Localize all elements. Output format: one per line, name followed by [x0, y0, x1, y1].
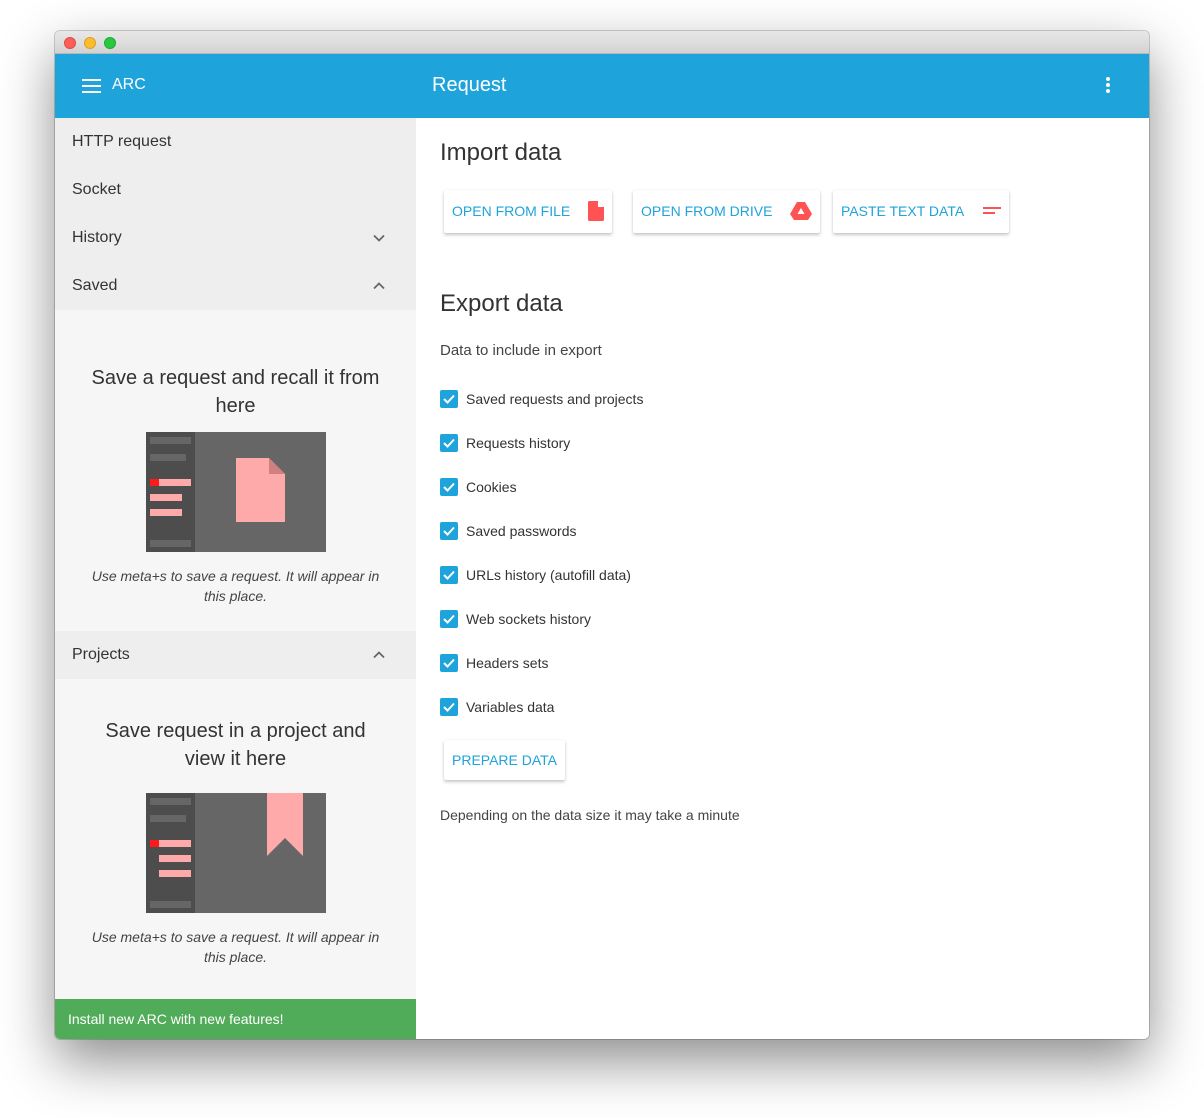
checkbox-label: Web sockets history — [466, 611, 592, 627]
checkbox-web-sockets-history[interactable]: Web sockets history — [440, 609, 591, 629]
projects-empty-state: Save request in a project and view it he… — [55, 679, 416, 967]
checkmark-icon — [443, 438, 455, 448]
projects-empty-description: Use meta+s to save a request. It will ap… — [91, 929, 380, 965]
checkbox-label: Cookies — [466, 479, 517, 495]
checkbox-saved-requests[interactable]: Saved requests and projects — [440, 389, 643, 409]
saved-empty-description: Use meta+s to save a request. It will ap… — [91, 568, 380, 604]
checkbox-saved-passwords[interactable]: Saved passwords — [440, 521, 577, 541]
window-minimize-button[interactable] — [84, 37, 96, 49]
checkbox-variables-data[interactable]: Variables data — [440, 697, 554, 717]
chevron-down-icon — [373, 234, 385, 242]
open-from-drive-button[interactable]: OPEN FROM DRIVE — [633, 190, 821, 233]
more-vert-icon[interactable] — [1105, 77, 1111, 95]
checkmark-icon — [443, 482, 455, 492]
checkmark-icon — [443, 658, 455, 668]
chevron-up-icon — [373, 651, 385, 659]
checkmark-icon — [443, 570, 455, 580]
open-from-file-button[interactable]: OPEN FROM FILE — [444, 190, 613, 233]
checkbox[interactable] — [440, 610, 458, 628]
checkbox-headers-sets[interactable]: Headers sets — [440, 653, 548, 673]
checkbox-label: Requests history — [466, 435, 571, 451]
nav-item-http-request[interactable]: HTTP request — [55, 118, 416, 166]
project-illustration — [145, 793, 326, 913]
app-window: ARC Request HTTP request Socket History … — [55, 31, 1149, 1039]
checkbox[interactable] — [440, 478, 458, 496]
export-subtitle: Data to include in export — [440, 342, 602, 359]
checkbox-label: Saved passwords — [466, 523, 577, 539]
window-titlebar — [55, 31, 1149, 54]
checkbox-cookies[interactable]: Cookies — [440, 477, 517, 497]
app-toolbar: ARC Request — [55, 54, 1149, 118]
nav-item-label: Socket — [72, 181, 121, 198]
paste-text-data-button[interactable]: PASTE TEXT DATA — [833, 190, 1010, 233]
button-label: PREPARE DATA — [452, 752, 558, 768]
checkbox-label: URLs history (autofill data) — [466, 567, 631, 583]
checkbox-requests-history[interactable]: Requests history — [440, 433, 570, 453]
checkbox[interactable] — [440, 566, 458, 584]
prepare-data-button[interactable]: PREPARE DATA — [444, 740, 566, 780]
window-close-button[interactable] — [64, 37, 76, 49]
saved-request-illustration — [145, 432, 326, 552]
nav-item-history[interactable]: History — [55, 214, 416, 262]
checkbox-label: Headers sets — [466, 655, 549, 671]
checkbox-label: Saved requests and projects — [466, 391, 644, 407]
main-content: Import data OPEN FROM FILE OPEN FROM DRI… — [416, 118, 1149, 1039]
checkbox[interactable] — [440, 390, 458, 408]
button-label: OPEN FROM FILE — [452, 203, 571, 219]
export-title: Export data — [440, 290, 563, 317]
hamburger-menu-icon[interactable] — [82, 79, 101, 93]
nav-item-saved[interactable]: Saved — [55, 262, 416, 310]
nav-item-projects[interactable]: Projects — [55, 631, 416, 679]
app-name: ARC — [112, 76, 146, 93]
checkbox[interactable] — [440, 698, 458, 716]
nav-item-label: History — [72, 229, 122, 246]
checkbox[interactable] — [440, 522, 458, 540]
button-label: PASTE TEXT DATA — [841, 203, 964, 219]
checkbox[interactable] — [440, 654, 458, 672]
checkbox-label: Variables data — [466, 699, 555, 715]
checkmark-icon — [443, 526, 455, 536]
google-drive-icon — [790, 201, 813, 220]
checkmark-icon — [443, 394, 455, 404]
chevron-up-icon — [373, 282, 385, 290]
file-icon — [588, 200, 605, 221]
checkmark-icon — [443, 702, 455, 712]
nav-item-label: Saved — [72, 277, 118, 294]
nav-item-label: Projects — [72, 646, 130, 663]
checkbox-urls-history[interactable]: URLs history (autofill data) — [440, 565, 631, 585]
nav-item-socket[interactable]: Socket — [55, 166, 416, 214]
navigation-drawer: HTTP request Socket History Saved Save a… — [55, 118, 416, 1039]
saved-empty-state: Save a request and recall it from here U… — [55, 310, 416, 631]
projects-empty-title: Save request in a project and view it he… — [105, 720, 366, 770]
short-text-icon — [983, 206, 1002, 214]
export-note: Depending on the data size it may take a… — [440, 807, 740, 823]
window-maximize-button[interactable] — [104, 37, 116, 49]
button-label: OPEN FROM DRIVE — [641, 203, 773, 219]
saved-empty-title: Save a request and recall it from here — [91, 367, 380, 417]
import-title: Import data — [440, 139, 562, 166]
checkmark-icon — [443, 614, 455, 624]
page-title: Request — [432, 74, 507, 96]
install-new-arc-banner[interactable]: Install new ARC with new features! — [55, 999, 416, 1039]
nav-item-label: HTTP request — [72, 133, 172, 150]
checkbox[interactable] — [440, 434, 458, 452]
